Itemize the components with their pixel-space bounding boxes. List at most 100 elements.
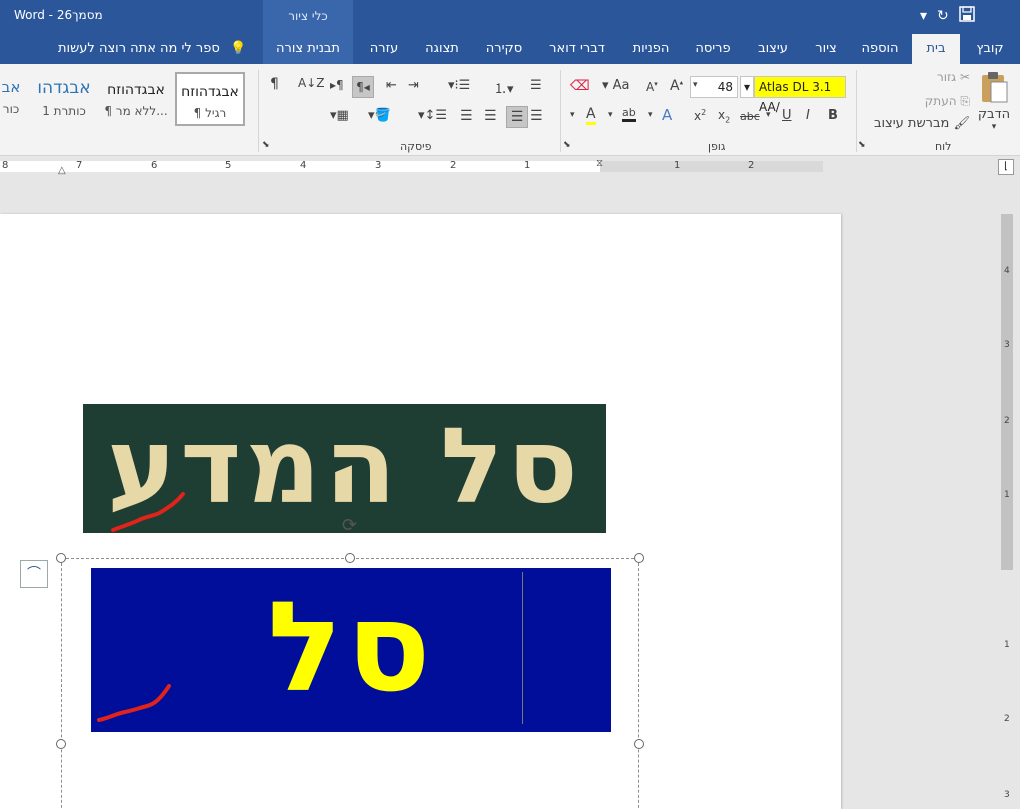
clipboard-launcher-icon[interactable]: ⬊ (858, 140, 866, 150)
paste-dropdown-icon[interactable]: ▾ (972, 122, 1016, 132)
align-center-icon[interactable]: ☰ (506, 106, 528, 128)
app-name: Word (14, 8, 45, 22)
text-effects-dropdown-icon[interactable]: ▾ (648, 110, 653, 120)
image-sal-hamada-blue[interactable]: סל המדע (91, 568, 611, 732)
layout-options-icon[interactable]: ⌒ (20, 560, 48, 588)
shrink-font-icon[interactable]: A▾ (646, 80, 658, 94)
tab-view[interactable]: תצוגה (418, 34, 466, 64)
change-case-icon[interactable]: ▾ Aa (602, 78, 630, 93)
align-right-icon[interactable]: ☰ (530, 108, 543, 124)
font-color-dropdown-icon[interactable]: ▾ (570, 110, 575, 120)
tab-file[interactable]: קובץ (966, 34, 1014, 64)
ltr-direction-icon[interactable]: ▸¶ (330, 78, 344, 92)
tab-shape-format[interactable]: תבנית צורה (263, 34, 353, 64)
vruler-mark: 3 (1004, 790, 1010, 800)
ruler-mark: 8 (2, 160, 9, 171)
style-heading1[interactable]: אבגדהו כותרת 1 (30, 72, 98, 126)
resize-handle[interactable] (345, 553, 355, 563)
style-heading2[interactable]: אב כור (0, 72, 22, 126)
style-no-spacing[interactable]: אבגדהוזח ¶ ללא מר... (100, 72, 172, 126)
sort-icon[interactable]: A↓Z (298, 76, 324, 90)
copy-label: העתק (924, 94, 957, 108)
multilevel-list-icon[interactable]: ☰ (530, 78, 542, 93)
style-normal[interactable]: אבגדהוזח ¶ רגיל (175, 72, 245, 126)
resize-handle[interactable] (634, 739, 644, 749)
align-left-icon[interactable]: ☰ (484, 108, 497, 124)
clipboard-group-label: לוח (935, 140, 952, 153)
drawing-tools-context: כלי ציור (263, 0, 353, 34)
grow-font-icon[interactable]: A▴ (670, 78, 683, 94)
numbering-icon[interactable]: ⒈▾ (494, 78, 514, 97)
bullets-icon[interactable]: ▾⁝☰ (448, 78, 470, 93)
ruler-mark: 5 (225, 160, 232, 171)
brush-icon: 🖌 (953, 116, 970, 131)
borders-icon[interactable]: ▾▦ (330, 108, 349, 123)
copy-button[interactable]: העתק ⎘ (900, 94, 970, 109)
line-spacing-icon[interactable]: ▾↕☰ (418, 108, 447, 123)
tab-review[interactable]: סקירה (480, 34, 528, 64)
decrease-indent-icon[interactable]: ⇤ (386, 78, 397, 93)
lightbulb-icon: 💡 (229, 41, 247, 56)
tab-help[interactable]: עזרה (362, 34, 406, 64)
text-cursor (522, 572, 523, 724)
horizontal-ruler[interactable]: 2 1 1 2 3 4 5 6 7 8 ⧖ △ ⌊ (0, 156, 1020, 178)
subscript-icon[interactable]: x2 (718, 108, 730, 124)
tab-design[interactable]: עיצוב (752, 34, 794, 64)
format-painter-button[interactable]: מברשת עיצוב 🖌 (862, 116, 970, 131)
style-heading2-preview: אב (1, 78, 21, 96)
tab-selector-icon[interactable]: ⌊ (998, 159, 1014, 175)
image-sal-hamada-green[interactable]: סל המדע (83, 404, 606, 533)
cut-label: גזור (936, 70, 957, 84)
indent-marker-icon[interactable]: ⧖ (596, 158, 603, 169)
divider (856, 70, 857, 152)
save-icon[interactable] (959, 6, 975, 26)
rtl-direction-icon[interactable]: ¶◂ (352, 76, 374, 98)
document-name: מסמך26 (56, 8, 103, 22)
cut-button[interactable]: גזור ✂ (900, 70, 970, 84)
tab-insert[interactable]: הוספה (855, 34, 905, 64)
show-marks-icon[interactable]: ¶ (270, 76, 279, 92)
resize-handle[interactable] (634, 553, 644, 563)
justify-icon[interactable]: ☰ (460, 108, 473, 124)
tab-mailings[interactable]: דברי דואר (542, 34, 612, 64)
font-launcher-icon[interactable]: ⬊ (563, 140, 571, 150)
increase-indent-icon[interactable]: ⇥ (408, 78, 419, 93)
strikethrough-icon[interactable]: abc (740, 110, 760, 123)
underline-dropdown-icon[interactable]: ▾ (766, 110, 771, 120)
paragraph-launcher-icon[interactable]: ⬊ (262, 140, 270, 150)
left-indent-marker-icon[interactable]: △ (58, 165, 66, 176)
shading-icon[interactable]: ▾🪣 (368, 108, 391, 123)
tell-me-box[interactable]: ספר לי מה אתה רוצה לעשות 💡 (58, 34, 246, 64)
tab-references[interactable]: הפניות (626, 34, 676, 64)
font-name-box[interactable]: Atlas DL 3.1 AA/ (754, 76, 846, 114)
vruler-mark: 2 (1004, 416, 1010, 426)
bold-icon[interactable]: B (828, 108, 838, 123)
superscript-icon[interactable]: x2 (694, 108, 706, 123)
spelling-squiggle (111, 492, 185, 532)
quick-access-toolbar: ▾ ↻ (920, 6, 975, 26)
customize-qat-icon[interactable]: ▾ (920, 8, 927, 24)
font-size-dropdown-icon[interactable]: ▾ (693, 80, 698, 90)
tab-draw[interactable]: ציור (808, 34, 844, 64)
tab-home[interactable]: בית (912, 34, 960, 64)
rotate-handle-icon[interactable]: ⟳ (342, 515, 357, 536)
highlight-icon[interactable]: ab (622, 106, 636, 122)
vruler-mark: 1 (1004, 490, 1010, 500)
font-color-icon[interactable]: A (586, 106, 596, 125)
text-effects-icon[interactable]: A (662, 106, 672, 124)
highlight-dropdown-icon[interactable]: ▾ (608, 110, 613, 120)
ruler-mark: 2 (450, 160, 457, 171)
redo-icon[interactable]: ↻ (937, 8, 949, 24)
paste-button[interactable]: הדבק ▾ (972, 70, 1016, 132)
ruler-margin (600, 161, 823, 172)
underline-icon[interactable]: U (782, 108, 792, 123)
ruler-mark: 4 (300, 160, 307, 171)
italic-icon[interactable]: I (806, 108, 810, 123)
vruler-mark: 3 (1004, 340, 1010, 350)
resize-handle[interactable] (56, 553, 66, 563)
font-name-dropdown-icon[interactable]: ▾ (740, 76, 754, 98)
resize-handle[interactable] (56, 739, 66, 749)
clear-formatting-icon[interactable]: ⌫ (570, 78, 590, 94)
ruler-mark: 1 (524, 160, 531, 171)
tab-layout[interactable]: פריסה (690, 34, 736, 64)
